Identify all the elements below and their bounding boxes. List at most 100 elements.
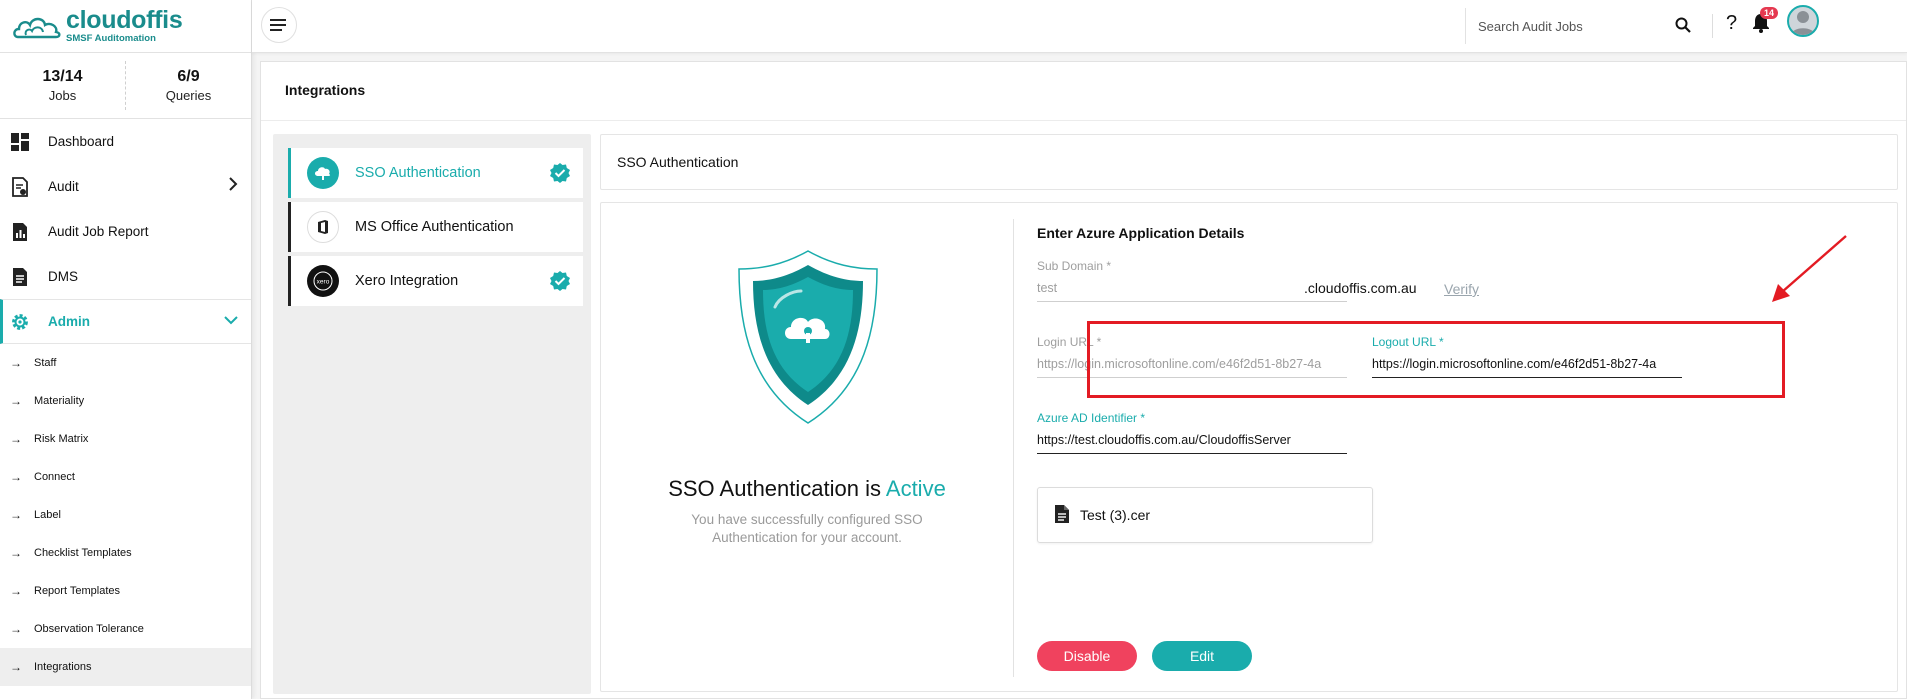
- sub-domain-label: Sub Domain: [1037, 259, 1104, 273]
- stat-jobs-label: Jobs: [48, 88, 77, 103]
- admin-item-label: Integrations: [34, 661, 92, 673]
- verified-check-icon: [549, 270, 571, 296]
- document-icon: [10, 267, 30, 287]
- edit-button[interactable]: Edit: [1152, 641, 1252, 671]
- search-input[interactable]: [1478, 18, 1658, 34]
- azure-ad-value: https://test.cloudoffis.com.au/Cloudoffi…: [1037, 433, 1347, 454]
- stat-jobs-value: 13/14: [42, 68, 83, 85]
- help-icon[interactable]: ?: [1726, 12, 1737, 35]
- admin-item-staff[interactable]: → Staff: [0, 344, 251, 382]
- sidebar-item-label: Audit Job Report: [48, 224, 149, 239]
- cloud-logo-icon: [13, 17, 61, 39]
- admin-item-label: Label: [34, 509, 61, 521]
- topbar: ? 14: [252, 0, 1907, 53]
- sidebar-nav: Dashboard Audit Audit Job Report DMS Adm…: [0, 119, 251, 344]
- sidebar-item-audit[interactable]: Audit: [0, 164, 251, 209]
- sidebar-item-label: DMS: [48, 269, 78, 284]
- admin-item-label: Staff: [34, 357, 57, 369]
- gear-icon: [10, 312, 30, 332]
- topbar-divider: [1712, 14, 1713, 38]
- verify-link[interactable]: Verify: [1444, 281, 1479, 297]
- integration-label: Xero Integration: [355, 273, 459, 289]
- sso-panel: SSO Authentication is Active You have su…: [600, 202, 1898, 692]
- azure-ad-label: Azure AD Identifier: [1037, 411, 1138, 425]
- admin-item-report-templates[interactable]: → Report Templates: [0, 572, 251, 610]
- admin-item-materiality[interactable]: → Materiality: [0, 382, 251, 420]
- arrow-right-icon: →: [10, 546, 22, 560]
- integration-item-xero[interactable]: xero Xero Integration: [288, 256, 583, 306]
- brand-tagline: SMSF Auditomation: [66, 33, 156, 45]
- menu-toggle-button[interactable]: [261, 7, 297, 43]
- avatar[interactable]: [1787, 5, 1819, 37]
- dashboard-icon: [10, 132, 30, 152]
- admin-item-label: Materiality: [34, 395, 85, 407]
- svg-text:xero: xero: [317, 279, 330, 286]
- admin-item-label: Connect: [34, 471, 75, 483]
- brand-logo[interactable]: cloudoffis SMSF Auditomation: [0, 0, 251, 53]
- user-icon: [1791, 11, 1815, 35]
- disable-button[interactable]: Disable: [1037, 641, 1137, 671]
- sso-status-prefix: SSO Authentication is: [668, 476, 886, 501]
- sidebar-item-label: Dashboard: [48, 134, 115, 149]
- arrow-right-icon: →: [10, 622, 22, 636]
- admin-item-risk-matrix[interactable]: → Risk Matrix: [0, 420, 251, 458]
- stat-queries-value: 6/9: [177, 68, 200, 85]
- sidebar-item-audit-job-report[interactable]: Audit Job Report: [0, 209, 251, 254]
- shield-cloud-lock-icon: [738, 250, 878, 424]
- login-url-label: Login URL: [1037, 335, 1094, 349]
- arrow-right-icon: →: [10, 470, 22, 484]
- chevron-down-icon: [223, 314, 239, 329]
- sso-status-word: Active: [885, 476, 946, 501]
- arrow-right-icon: →: [10, 432, 22, 446]
- integration-label: SSO Authentication: [355, 165, 481, 181]
- file-name: Test (3).cer: [1080, 507, 1151, 523]
- admin-item-checklist-templates[interactable]: → Checklist Templates: [0, 534, 251, 572]
- brand-name: cloudoffis: [66, 6, 183, 35]
- admin-item-integrations[interactable]: → Integrations: [0, 648, 251, 686]
- required-mark: *: [1106, 259, 1112, 273]
- form-title: Enter Azure Application Details: [1037, 225, 1245, 241]
- integration-label: MS Office Authentication: [355, 219, 514, 235]
- search-box: [1465, 8, 1695, 44]
- field-label: Sub Domain *: [1037, 259, 1347, 273]
- job-stats: 13/14 Jobs 6/9 Queries: [0, 53, 251, 119]
- xero-logo-icon: xero: [307, 265, 339, 297]
- title-divider: [261, 120, 1906, 121]
- sidebar-item-dms[interactable]: DMS: [0, 254, 251, 299]
- integration-item-ms-office[interactable]: MS Office Authentication: [288, 202, 583, 252]
- stat-queries[interactable]: 6/9 Queries: [125, 61, 251, 110]
- azure-ad-identifier-field[interactable]: Azure AD Identifier * https://test.cloud…: [1037, 411, 1347, 454]
- sidebar-item-dashboard[interactable]: Dashboard: [0, 119, 251, 164]
- office-icon: [307, 211, 339, 243]
- sub-domain-field[interactable]: Sub Domain * test: [1037, 259, 1347, 302]
- admin-item-label-settings[interactable]: → Label: [0, 496, 251, 534]
- arrow-right-icon: →: [10, 356, 22, 370]
- integration-item-sso[interactable]: SSO Authentication: [288, 148, 583, 198]
- admin-item-observation-tolerance[interactable]: → Observation Tolerance: [0, 610, 251, 648]
- audit-icon: [10, 176, 30, 197]
- domain-suffix: .cloudoffis.com.au: [1304, 280, 1417, 296]
- page-title: Integrations: [285, 82, 366, 98]
- report-icon: [10, 222, 30, 242]
- sidebar-item-label: Admin: [48, 314, 90, 329]
- admin-item-label: Checklist Templates: [34, 547, 132, 559]
- verified-check-icon: [549, 162, 571, 188]
- sidebar-item-label: Audit: [48, 179, 79, 194]
- sidebar-item-admin[interactable]: Admin: [0, 299, 251, 344]
- integrations-list: SSO Authentication MS Office Authenticat…: [273, 134, 591, 694]
- file-icon: [1054, 504, 1070, 527]
- stat-jobs[interactable]: 13/14 Jobs: [0, 53, 125, 118]
- admin-item-connect[interactable]: → Connect: [0, 458, 251, 496]
- arrow-right-icon: →: [10, 394, 22, 408]
- certificate-file[interactable]: Test (3).cer: [1037, 487, 1373, 543]
- admin-item-label: Report Templates: [34, 585, 121, 597]
- arrow-right-icon: →: [10, 660, 22, 674]
- cloud-key-icon: [307, 157, 339, 189]
- sidebar: cloudoffis SMSF Auditomation 13/14 Jobs …: [0, 0, 252, 699]
- sso-panel-header: SSO Authentication: [600, 134, 1898, 190]
- required-mark: *: [1140, 411, 1146, 425]
- stat-queries-label: Queries: [165, 88, 212, 103]
- admin-submenu: → Staff → Materiality → Risk Matrix → Connec…: [0, 344, 251, 686]
- search-icon[interactable]: [1675, 17, 1691, 36]
- notification-badge: 14: [1760, 7, 1779, 19]
